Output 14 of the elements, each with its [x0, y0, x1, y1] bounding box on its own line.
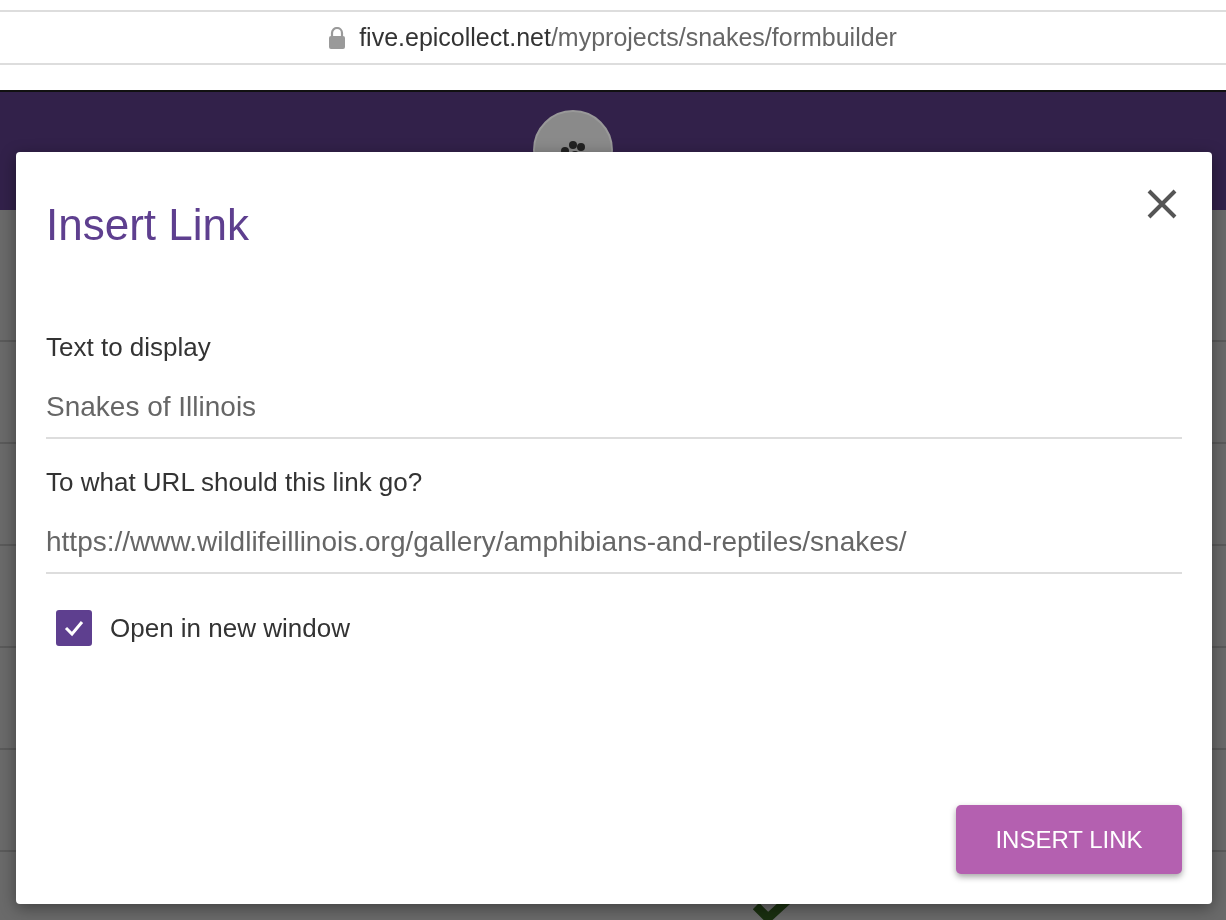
check-icon [63, 619, 85, 637]
url-path: /myprojects/snakes/formbuilder [550, 23, 897, 52]
close-icon[interactable] [1146, 188, 1178, 220]
url-host: five.epicollect.net [359, 23, 551, 52]
insert-link-button[interactable]: INSERT LINK [956, 805, 1182, 874]
dialog-title: Insert Link [46, 200, 249, 250]
input-field[interactable]: Snakes of Illinois [46, 387, 1182, 439]
checkbox[interactable] [56, 610, 92, 646]
address-bar[interactable]: five.epicollect.net/myprojects/snakes/formbuilder [0, 10, 1226, 65]
input-field[interactable]: https://www.wildlifeillinois.org/gallery/amphibians-and-reptiles/snakes/ [46, 522, 1182, 574]
field-label: Text to display [46, 332, 212, 363]
field-label: To what URL should this link go? [46, 467, 424, 498]
checkbox-label: Open in new window [110, 612, 350, 644]
lock-icon [329, 26, 346, 49]
